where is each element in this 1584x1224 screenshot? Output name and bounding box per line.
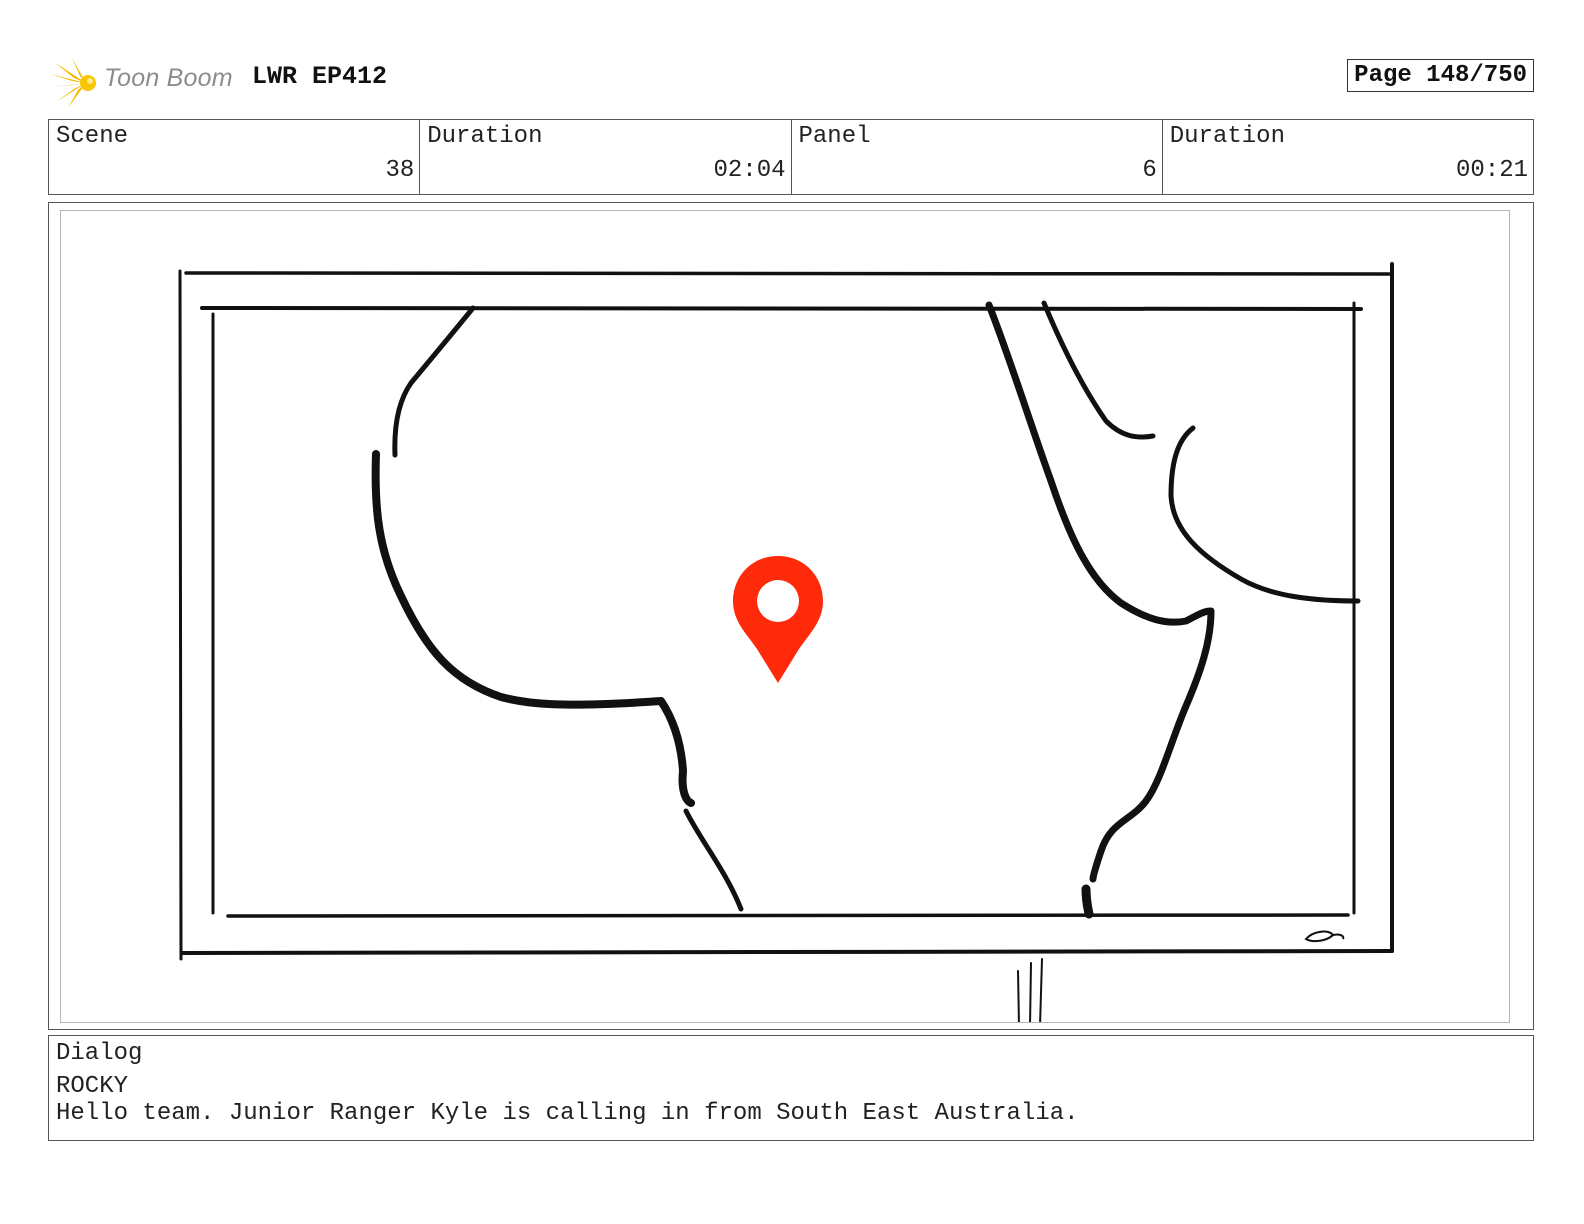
scene-duration-value: 02:04 (713, 157, 786, 184)
panel-drawing-area (60, 210, 1510, 1023)
panel-sketch (178, 262, 1394, 1022)
screen-frame-inner-bottom (226, 913, 1350, 918)
storyboard-header: Toon Boom LWR EP412 Page 148/750 (48, 52, 1534, 108)
panel-cell: Panel 6 (790, 120, 1162, 194)
monitor-stand-line (1029, 962, 1032, 1022)
coastline-left-upper (392, 305, 476, 458)
dialog-label: Dialog (56, 1040, 143, 1067)
scene-info-table: Scene 38 Duration 02:04 Panel 6 Duration… (48, 119, 1534, 195)
dialog-line: Hello team. Junior Ranger Kyle is callin… (56, 1100, 1079, 1127)
screen-frame-inner-top (200, 306, 1363, 311)
scene-value: 38 (385, 157, 415, 184)
screen-frame-outer-left (178, 269, 183, 961)
page-counter: Page 148/750 (1347, 59, 1534, 92)
panel-duration-cell: Duration 00:21 (1161, 120, 1533, 194)
coastline-left-main (371, 450, 695, 807)
scene-cell: Scene 38 (49, 120, 419, 194)
brand-name: Toon Boom (104, 64, 233, 92)
coastline-right-tip (1081, 884, 1094, 919)
coastline-left-lower (683, 808, 744, 912)
coastline-far-right (1168, 425, 1361, 604)
coastline-right-main (985, 301, 1215, 883)
dialog-box: Dialog ROCKY Hello team. Junior Ranger K… (48, 1035, 1534, 1141)
scene-label: Scene (56, 123, 129, 150)
monitor-stand-line (1017, 970, 1020, 1022)
panel-label: Panel (798, 123, 871, 150)
project-title: LWR EP412 (252, 62, 388, 91)
location-pin-icon (733, 556, 823, 683)
screen-frame-outer (184, 271, 1391, 276)
toon-boom-logo-icon (50, 58, 96, 108)
coastline-upper-right (1041, 300, 1156, 440)
panel-value: 6 (1142, 157, 1157, 184)
storyboard-panel (48, 202, 1534, 1030)
monitor-stand-line (1039, 958, 1043, 1022)
scene-duration-cell: Duration 02:04 (419, 120, 790, 194)
panel-duration-label: Duration (1169, 123, 1285, 150)
screen-frame-outer-bottom (181, 949, 1394, 955)
sketch-signature-icon (1304, 930, 1345, 943)
dialog-speaker: ROCKY (56, 1073, 129, 1100)
scene-duration-label: Duration (427, 123, 543, 150)
panel-duration-value: 00:21 (1455, 157, 1528, 184)
